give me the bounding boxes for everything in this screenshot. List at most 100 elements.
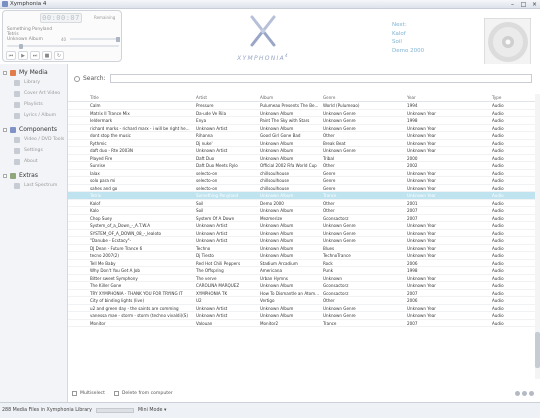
sidebar-item-lyrics[interactable]: Lyrics / Album [0,110,67,121]
artist-cell: Daft Duo [196,155,215,161]
table-row[interactable]: SYSTEM_OF_A_DOWN_08_-_lealoto Unknown Art… [68,230,540,237]
sidebar-item-settings[interactable]: Settings [0,145,67,156]
minimize-button[interactable]: – [507,0,518,9]
table-row[interactable]: Kalo Soil Unknown Album Other 2007 Audio [68,207,540,215]
sidebar-section-my-media[interactable]: My Media [0,68,67,77]
spectrum-icon [14,182,20,189]
maximize-button[interactable]: □ [518,0,529,9]
title-cell: Matrix II Trance Mix [90,110,130,116]
sidebar-item-playlists[interactable]: Playlists [0,99,67,110]
collapse-toggle-icon[interactable] [3,127,7,132]
album-cell: Monitor2 [260,320,279,326]
table-row[interactable]: Why Don't You Get A Job The Offspring Amer… [68,267,540,275]
table-row[interactable]: City of binding lights (live) U2 Vertigo Ot… [68,297,540,305]
column-header-type[interactable]: Type [490,94,540,101]
table-row[interactable]: Tell Me Baby Red Hot Chili Peppers Stadium… [68,260,540,267]
title-cell: daft duo - Rte 2003N [90,148,133,153]
table-header: Title Artist Album Genre Year Type [68,94,540,102]
genre-cell: Genre [323,170,336,176]
search-input[interactable] [109,74,532,83]
sidebar-section-components[interactable]: Components [0,125,67,134]
table-row[interactable]: Kalof Soil Demo 2000 Other 2001 Audio [68,200,540,207]
genre-cell: Other [323,208,335,213]
table-row[interactable]: daft duo - Rte 2003N Unknown Artist Unknow… [68,147,540,155]
table-row[interactable]: Matrix II Trance Mix Da-ude Ve Rila Unknow… [68,110,540,117]
remove-icon[interactable] [522,391,527,396]
sidebar-item-last-spectrum[interactable]: Last Spectrum [0,180,67,191]
sidebar-item-video-tools[interactable]: Video / DVD Tools [0,134,67,145]
mini-mode-button[interactable]: Mini Mode ▾ [138,408,166,413]
row-marker [68,207,88,214]
album-cell: chillsoulhouse [260,185,289,191]
sidebar-item-library[interactable]: Library [0,77,67,88]
title-cell: "Danube - Ecstacy"- [90,238,132,243]
next-button[interactable]: ⏭ [30,51,40,60]
artist-cell: Valouan [196,320,213,326]
multiselect-checkbox[interactable] [72,391,77,396]
table-row[interactable]: solo para mi selecto-on chillsoulhouse Genr… [68,177,540,185]
table-row[interactable]: "Danube - Ecstacy"- Unknown Artist Unknown… [68,237,540,245]
volume-knob[interactable] [116,36,120,42]
title-cell: dont stop the music [90,133,131,138]
title-cell: Tetris [90,193,101,198]
table-row[interactable]: Bitter sweet Symphony The verve Urban Hymn… [68,275,540,282]
column-header-album[interactable]: Album [258,94,321,101]
genre-cell: Punk [323,268,333,273]
sidebar-section-extras[interactable]: Extras [0,171,67,180]
table-row[interactable]: Monitor Valouan Monitor2 Trance 2007 Audio [68,320,540,327]
table-row[interactable]: Tetris Something Ponyland Unknown Album Tra… [68,192,540,200]
genre-cell: Other [323,200,335,206]
table-row[interactable]: The Killer Gone CAROLINA MARQUEZ Unknown A… [68,282,540,290]
table-row[interactable]: TRY XYMPHONIA - THANK YOU FOR TRYING IT X… [68,290,540,297]
row-marker [68,275,88,282]
seek-knob[interactable] [19,43,23,49]
stop-button[interactable]: ■ [42,51,52,60]
table-row[interactable]: vanessa mae - storm - storm (techno viva… [68,312,540,320]
table-row[interactable]: tecno 2007(2) Dj Tiesto Unknown Album Techn… [68,252,540,260]
table-row[interactable]: Chop Suey System Of A Down Mezmerize Gconsa… [68,215,540,222]
table-row[interactable]: sahes and go selecto-on chillsoulhouse Genr… [68,185,540,192]
table-row[interactable]: Sunrise Daft Duo Meets Rylo Official 2002 … [68,162,540,170]
table-row[interactable]: Rythmic Dj nuke' Unknown Album Break Beat Un… [68,140,540,147]
row-marker [68,102,88,109]
column-header-year[interactable]: Year [405,94,490,101]
sidebar-item-about[interactable]: About [0,156,67,167]
collapse-toggle-icon[interactable] [3,173,7,178]
repeat-button[interactable]: ↻ [54,51,64,60]
table-row[interactable]: System_of_a_Down_-_A.T.W.A Unknown Artist… [68,222,540,230]
play-button[interactable]: ▶ [18,51,28,60]
gear-icon [14,147,20,154]
cd-cover-icon [484,18,531,66]
vertical-scrollbar[interactable] [535,94,540,379]
column-header-artist[interactable]: Artist [194,94,258,101]
column-header-title[interactable]: Title [88,94,194,101]
table-row[interactable]: DJ Dean - Future Trance 6 Techno Unknown A… [68,245,540,252]
title-cell: Tell Me Baby [90,260,116,266]
table-row[interactable]: dont stop the music Rihanna Good Girl Gone… [68,132,540,140]
table-row[interactable]: u2 and green day - the saints are commin… [68,305,540,312]
options-icon[interactable] [529,391,534,396]
genre-cell: Unknown Genre [323,125,356,131]
table-row[interactable]: richard marks - richard marx - i will be… [68,125,540,132]
column-header-genre[interactable]: Genre [321,94,405,101]
table-row[interactable]: Played Fire Daft Duo Unknown Album Tribal 20… [68,155,540,162]
volume-slider[interactable] [70,36,120,42]
close-button[interactable]: × [529,0,540,9]
previous-button[interactable]: ⏮ [6,51,16,60]
sidebar-item-cover-art-video[interactable]: Cover Art Video [0,88,67,99]
column-header[interactable] [68,94,88,101]
artist-cell: Soil [196,200,204,206]
delete-checkbox[interactable] [113,391,119,396]
collapse-toggle-icon[interactable] [3,70,7,75]
table-row[interactable]: Calm Pressure Pulumeao Presents The Be... W… [68,102,540,110]
table-row[interactable]: Ialax selecto-on chillsoulhouse Genre Unknow… [68,170,540,177]
row-marker [68,170,88,177]
title-cell: Why Don't You Get A Job [90,268,141,273]
seek-bar[interactable] [7,43,119,49]
scrollbar-thumb[interactable] [535,332,540,368]
add-icon[interactable] [515,391,520,396]
genre-cell: Rock [323,260,333,266]
album-cell: Unknown Album [260,140,294,146]
type-cell: Audio [492,103,504,108]
table-row[interactable]: Ieldermark Enya Paint The Sky with Stars Un… [68,117,540,125]
